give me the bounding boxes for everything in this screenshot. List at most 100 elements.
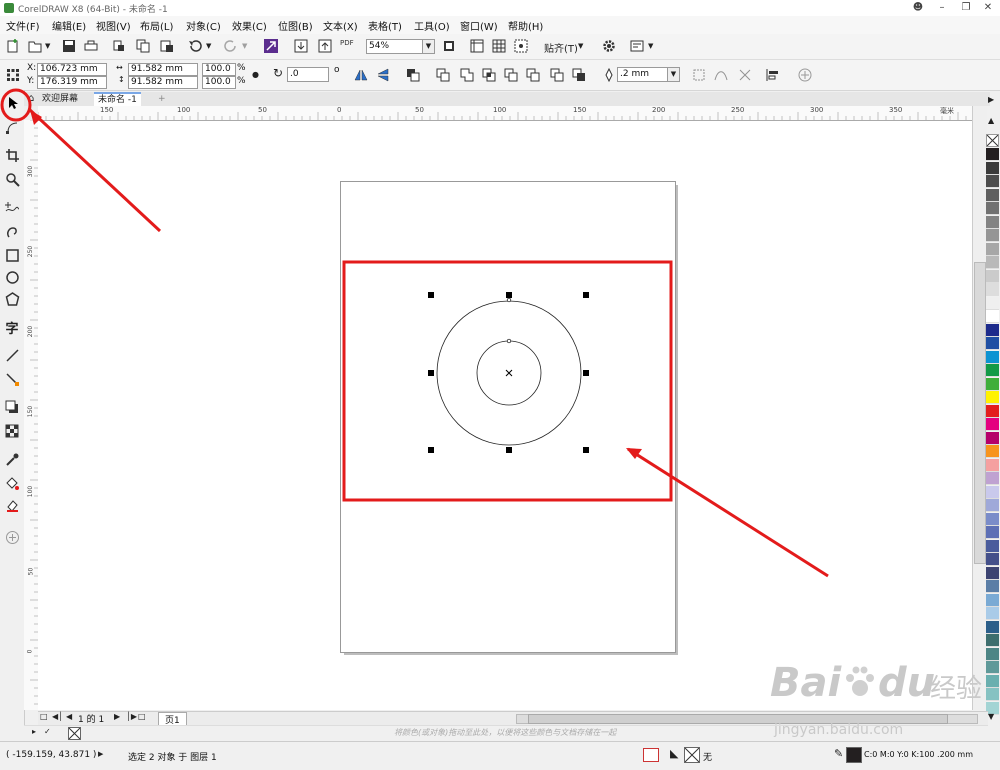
eyedropper-icon[interactable]: ✓ (44, 727, 51, 736)
color-proof-icon[interactable] (643, 748, 659, 762)
selection-handle[interactable] (506, 447, 512, 453)
color-swatch[interactable] (986, 323, 999, 337)
previous-page-icon[interactable]: ◀ (66, 712, 72, 721)
color-swatch[interactable] (986, 688, 999, 701)
no-color-swatch[interactable] (986, 134, 999, 147)
color-swatch[interactable] (986, 229, 999, 242)
convert-to-curves-icon[interactable] (712, 66, 730, 84)
color-swatch[interactable] (986, 310, 999, 323)
crop-tool-icon[interactable] (3, 146, 21, 164)
new-document-icon[interactable] (4, 37, 22, 55)
color-swatch[interactable] (986, 593, 999, 607)
fill-none-swatch[interactable] (684, 747, 700, 763)
palette-menu-icon[interactable]: ▸ (32, 727, 36, 736)
color-swatch[interactable] (986, 202, 999, 215)
smart-fill-tool-icon[interactable] (3, 496, 21, 514)
transparency-tool-icon[interactable] (3, 422, 21, 440)
show-rulers-icon[interactable] (468, 37, 486, 55)
color-swatch[interactable] (986, 404, 999, 418)
show-guidelines-icon[interactable] (512, 37, 530, 55)
color-swatch[interactable] (986, 472, 999, 485)
selection-handle[interactable] (506, 292, 512, 298)
undo-icon[interactable] (186, 37, 204, 55)
freehand-tool-icon[interactable] (3, 198, 21, 216)
intersect-icon[interactable] (502, 66, 520, 84)
color-swatch[interactable] (986, 499, 999, 512)
scale-x-field[interactable]: 100.0 (202, 63, 236, 76)
rectangle-tool-icon[interactable] (3, 246, 21, 264)
undo-dropdown-icon[interactable]: ▼ (206, 42, 211, 50)
eyedropper-tool-icon[interactable] (3, 450, 21, 468)
tab-welcome[interactable]: 欢迎屏幕 (38, 92, 82, 106)
options-gear-icon[interactable] (600, 37, 618, 55)
y-position-field[interactable]: 176.319 mm (37, 76, 107, 89)
snap-to-menu[interactable]: 贴齐(T) (544, 40, 578, 55)
open-icon[interactable] (26, 37, 44, 55)
zoom-dropdown-icon[interactable]: ▼ (422, 39, 435, 54)
color-swatch[interactable] (986, 661, 999, 674)
color-swatch[interactable] (986, 350, 999, 364)
color-swatch[interactable] (986, 148, 999, 161)
color-swatch[interactable] (986, 256, 999, 269)
show-grid-icon[interactable] (490, 37, 508, 55)
menu-view[interactable]: 视图(V) (96, 18, 131, 33)
lock-ratio-icon[interactable]: ● (252, 70, 259, 79)
full-screen-icon[interactable] (440, 37, 458, 55)
publish-pdf-icon[interactable]: PDF (340, 39, 354, 47)
minimize-button[interactable]: – (930, 0, 954, 16)
close-button[interactable]: ✕ (976, 0, 1000, 16)
color-swatch[interactable] (986, 485, 999, 499)
save-icon[interactable] (60, 37, 78, 55)
color-swatch[interactable] (986, 674, 999, 688)
color-swatch[interactable] (986, 337, 999, 350)
connector-tool-icon[interactable] (3, 370, 21, 388)
page-options-icon[interactable]: □ (40, 712, 48, 721)
add-page-icon[interactable]: □ (138, 712, 146, 721)
selection-handle[interactable] (583, 370, 589, 376)
drawing-canvas[interactable] (38, 121, 972, 710)
inner-circle-node[interactable] (506, 338, 512, 344)
selection-handle[interactable] (428, 447, 434, 453)
color-swatch[interactable] (986, 283, 999, 296)
no-fill-swatch[interactable] (68, 727, 81, 740)
color-swatch[interactable] (986, 553, 999, 566)
first-page-icon[interactable]: ◀│ (52, 712, 63, 721)
selection-handle[interactable] (428, 370, 434, 376)
color-swatch[interactable] (986, 607, 999, 620)
status-expand-icon[interactable]: ▶ (98, 750, 103, 758)
weld-icon[interactable] (458, 66, 476, 84)
tab-document[interactable]: 未命名 -1 (94, 92, 141, 106)
color-swatch[interactable] (986, 242, 999, 256)
group-icon[interactable] (404, 66, 422, 84)
interactive-fill-tool-icon[interactable] (3, 474, 21, 492)
parallel-dimension-tool-icon[interactable] (3, 346, 21, 364)
color-swatch[interactable] (986, 526, 999, 539)
add-tool-icon[interactable] (3, 528, 21, 546)
menu-tools[interactable]: 工具(O) (414, 18, 450, 33)
outline-width-dropdown-icon[interactable]: ▼ (667, 67, 680, 82)
menu-effects[interactable]: 效果(C) (232, 18, 267, 33)
vertical-ruler[interactable]: 300 250 200 150 100 50 0 (24, 120, 39, 710)
ellipse-tool-icon[interactable] (3, 268, 21, 286)
color-swatch[interactable] (986, 445, 999, 458)
rotation-field[interactable]: .0 (287, 67, 329, 82)
zoom-tool-icon[interactable] (3, 170, 21, 188)
outline-width-field[interactable]: .2 mm (617, 67, 671, 82)
search-content-icon[interactable] (262, 37, 280, 55)
selection-handle[interactable] (428, 292, 434, 298)
color-swatch[interactable] (986, 188, 999, 202)
height-field[interactable]: 91.582 mm (128, 76, 198, 89)
next-page-icon[interactable]: ▶ (114, 712, 120, 721)
color-swatch[interactable] (986, 418, 999, 431)
color-swatch[interactable] (986, 634, 999, 647)
color-swatch[interactable] (986, 269, 999, 283)
paste-icon[interactable] (158, 37, 176, 55)
align-distribute-icon[interactable] (764, 66, 782, 84)
color-swatch[interactable] (986, 566, 999, 580)
drop-shadow-tool-icon[interactable] (3, 398, 21, 416)
copy-icon[interactable] (134, 37, 152, 55)
menu-window[interactable]: 窗口(W) (460, 18, 498, 33)
scale-y-field[interactable]: 100.0 (202, 76, 236, 89)
x-position-field[interactable]: 106.723 mm (37, 63, 107, 76)
cut-icon[interactable] (110, 37, 128, 55)
